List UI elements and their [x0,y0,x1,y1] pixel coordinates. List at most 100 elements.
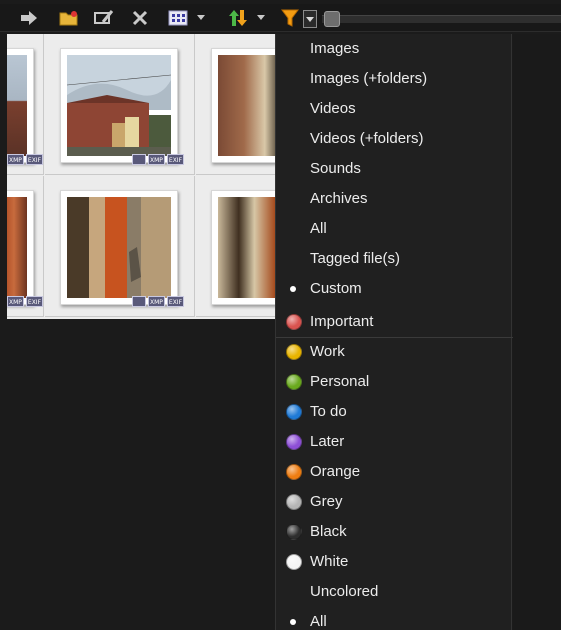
menu-item-to-do[interactable]: To do [276,397,513,427]
menu-item-label: All [310,613,327,630]
metadata-badges: XMP EXIF [7,154,44,165]
photo [67,55,171,156]
side-panel [513,34,561,630]
exif-badge: EXIF [166,154,185,165]
color-swatch-icon [286,404,302,420]
thumbnail-cell[interactable] [196,34,275,175]
photo [218,197,275,298]
color-swatch-icon [286,464,302,480]
color-swatch-icon [286,494,302,510]
menu-item-images[interactable]: Images [276,34,513,64]
xmp-badge: XMP [7,154,24,165]
menu-item-label: Archives [310,190,368,207]
app-window: XMP EXIF XMP EXIF XMP EXIF XMP EXIF Imag… [0,0,561,630]
menu-item-black[interactable]: Black [276,517,513,547]
menu-item-label: Custom [310,280,362,297]
edit-badge [132,154,146,165]
menu-item-label: Black [310,523,347,540]
thumbnail-frame [211,48,275,163]
color-swatch-icon [286,554,302,570]
selected-dot-icon [290,619,296,625]
selected-dot-icon [290,286,296,292]
menu-item-label: Sounds [310,160,361,177]
menu-item-white[interactable]: White [276,547,513,577]
menu-item-personal[interactable]: Personal [276,367,513,397]
xmp-badge: XMP [7,296,24,307]
thumbnail-browser: XMP EXIF XMP EXIF XMP EXIF XMP EXIF [7,34,275,319]
forward-arrow-icon[interactable] [18,6,40,30]
menu-item-tagged-file-s[interactable]: Tagged file(s) [276,244,513,274]
delete-icon[interactable] [130,6,150,30]
thumbnail-cell[interactable]: XMP EXIF [7,176,44,317]
menu-item-all[interactable]: All [276,214,513,244]
photo [218,55,275,156]
menu-item-label: Grey [310,493,343,510]
menu-item-label: Orange [310,463,361,480]
menu-item-all[interactable]: All [276,607,513,630]
color-swatch-icon [286,524,302,540]
xmp-badge: XMP [148,154,165,165]
menu-item-label: White [310,553,349,570]
thumbnail-frame [60,48,178,163]
metadata-badges: XMP EXIF [132,296,185,307]
menu-item-archives[interactable]: Archives [276,184,513,214]
thumbnail-frame [7,190,34,305]
menu-item-sounds[interactable]: Sounds [276,154,513,184]
menu-item-label: Images [310,40,360,57]
photo [67,197,171,298]
filter-menu: Images Images (+folders) Videos Videos (+fo… [275,34,513,630]
exif-badge: EXIF [166,296,185,307]
menu-item-videos-folders[interactable]: Videos (+folders) [276,124,513,154]
menu-item-orange[interactable]: Orange [276,457,513,487]
metadata-badges: XMP EXIF [132,154,185,165]
menu-item-label: Videos (+folders) [310,130,424,147]
thumbnail-frame [60,190,178,305]
thumbnail-cell[interactable]: XMP EXIF [45,34,195,175]
filter-dropdown-button[interactable] [303,10,317,28]
menu-item-images-folders[interactable]: Images (+folders) [276,64,513,94]
rename-icon[interactable] [93,6,115,30]
exif-badge: EXIF [25,154,44,165]
color-swatch-icon [286,374,302,390]
color-swatch-icon [286,344,302,360]
new-folder-icon[interactable] [58,6,80,30]
thumbnail-frame [7,48,34,163]
slider-handle[interactable] [324,11,340,27]
menu-item-uncolored[interactable]: Uncolored [276,577,513,607]
menu-item-work[interactable]: Work [276,337,513,367]
menu-item-label: Images (+folders) [310,70,428,87]
menu-item-label: To do [310,403,347,420]
color-swatch-icon [286,314,302,330]
thumbnail-cell[interactable]: XMP EXIF [45,176,195,317]
color-swatch-icon [286,434,302,450]
thumbnail-cell[interactable] [196,176,275,317]
menu-item-label: Videos [310,100,356,117]
menu-item-label: Uncolored [310,583,379,600]
menu-item-later[interactable]: Later [276,427,513,457]
xmp-badge: XMP [148,296,165,307]
menu-item-label: Work [310,343,345,360]
sort-dropdown-icon[interactable] [257,15,265,20]
photo [7,197,27,298]
filter-icon[interactable] [280,6,300,30]
metadata-badges: XMP EXIF [7,296,44,307]
view-mode-icon[interactable] [167,6,189,30]
exif-badge: EXIF [25,296,44,307]
thumbnail-size-slider[interactable] [322,15,561,23]
menu-item-label: All [310,220,327,237]
thumbnail-cell[interactable]: XMP EXIF [7,34,44,175]
toolbar [0,4,561,32]
menu-item-custom[interactable]: Custom [276,274,513,304]
edit-badge [132,296,146,307]
menu-item-label: Tagged file(s) [310,250,401,267]
menu-item-label: Important [310,313,374,330]
thumbnail-frame [211,190,275,305]
view-mode-dropdown-icon[interactable] [197,15,205,20]
photo [7,55,27,156]
menu-item-important[interactable]: Important [276,307,513,337]
menu-item-label: Personal [310,373,370,390]
menu-item-grey[interactable]: Grey [276,487,513,517]
sort-icon[interactable] [227,6,249,30]
menu-item-videos[interactable]: Videos [276,94,513,124]
menu-item-label: Later [310,433,345,450]
